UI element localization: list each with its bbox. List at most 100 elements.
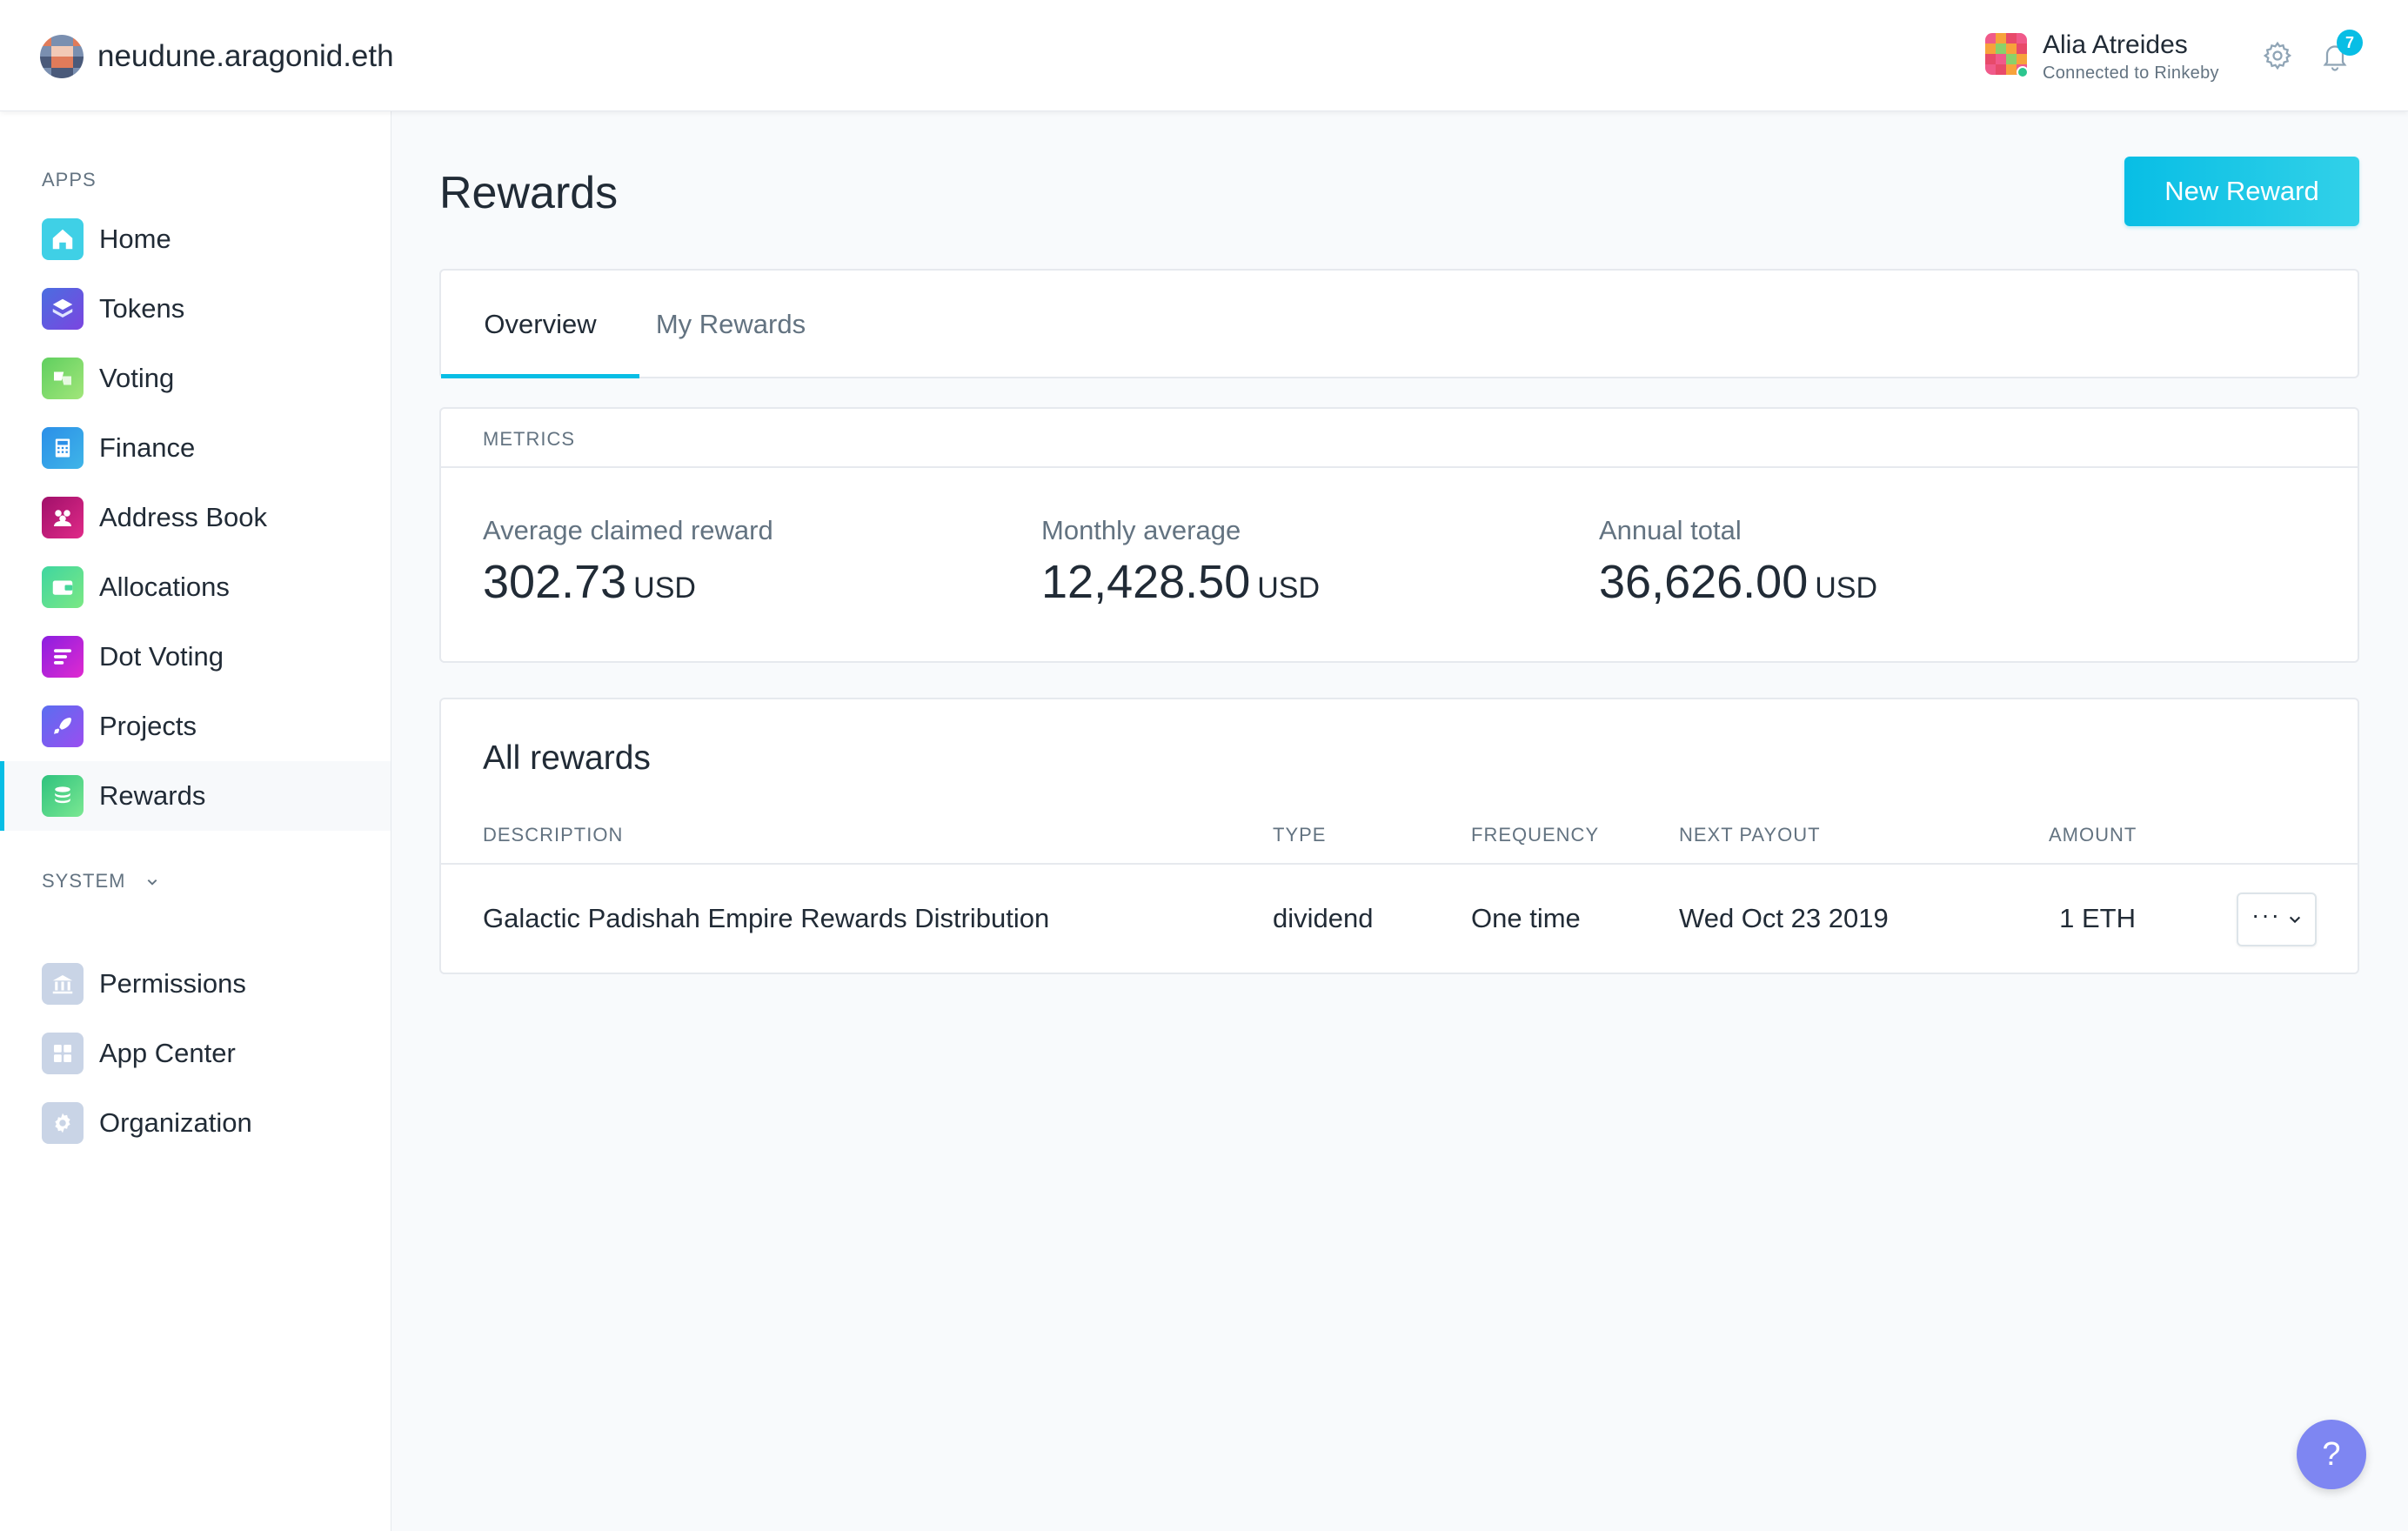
projects-icon bbox=[42, 705, 84, 747]
notification-count-badge: 7 bbox=[2337, 30, 2363, 56]
sidebar-item-label: Address Book bbox=[99, 502, 267, 532]
metric-unit: USD bbox=[1257, 572, 1321, 605]
help-button[interactable]: ? bbox=[2297, 1420, 2366, 1489]
org-logo[interactable] bbox=[40, 35, 84, 78]
row-actions-menu-button[interactable]: ··· bbox=[2237, 893, 2317, 946]
reward-description: Galactic Padishah Empire Rewards Distrib… bbox=[483, 903, 1050, 933]
identicon-cell bbox=[2006, 43, 2017, 54]
chevron-down-icon bbox=[147, 879, 157, 886]
tab-label: My Rewards bbox=[655, 309, 806, 339]
identicon-cell bbox=[62, 57, 73, 68]
active-tab-indicator bbox=[441, 374, 639, 378]
address-book-icon bbox=[42, 497, 84, 538]
sidebar-item-label: Allocations bbox=[99, 572, 230, 602]
identicon-cell bbox=[72, 67, 84, 78]
sidebar-item-dot-voting[interactable]: Dot Voting bbox=[0, 622, 391, 692]
sidebar-item-app-center[interactable]: App Center bbox=[0, 1019, 391, 1088]
sidebar-item-tokens[interactable]: Tokens bbox=[0, 274, 391, 344]
rewards-table-panel: All rewards DESCRIPTION TYPE FREQUENCY N… bbox=[439, 698, 2359, 974]
apps-section-label: APPS bbox=[42, 169, 97, 191]
sidebar-item-label: Finance bbox=[99, 432, 196, 463]
column-header-amount[interactable]: AMOUNT bbox=[2049, 823, 2136, 847]
sidebar-item-label: Organization bbox=[99, 1107, 252, 1138]
identicon-cell bbox=[50, 35, 62, 46]
identicon-cell bbox=[2017, 54, 2027, 64]
reward-frequency: One time bbox=[1471, 903, 1581, 933]
identicon-cell bbox=[1996, 64, 2006, 75]
finance-icon bbox=[42, 427, 84, 469]
column-header-next-payout[interactable]: NEXT PAYOUT bbox=[1679, 823, 1821, 847]
sidebar-item-organization[interactable]: Organization bbox=[0, 1088, 391, 1158]
metric-label: Annual total bbox=[1599, 515, 1742, 545]
metric-label: Average claimed reward bbox=[483, 515, 773, 545]
identicon-cell bbox=[72, 35, 84, 46]
sidebar-item-address-book[interactable]: Address Book bbox=[0, 483, 391, 552]
column-header-frequency[interactable]: FREQUENCY bbox=[1471, 823, 1599, 847]
user-name[interactable]: Alia Atreides bbox=[2043, 30, 2188, 61]
identicon-cell bbox=[50, 57, 62, 68]
metric-annual-total: Annual total 36,626.00 USD bbox=[1599, 513, 1877, 609]
allocations-icon bbox=[42, 566, 84, 608]
sidebar-item-finance[interactable]: Finance bbox=[0, 413, 391, 483]
sidebar-item-projects[interactable]: Projects bbox=[0, 692, 391, 761]
system-section-label: SYSTEM bbox=[42, 870, 126, 892]
column-header-type[interactable]: TYPE bbox=[1273, 823, 1326, 847]
gear-icon[interactable] bbox=[2262, 40, 2293, 71]
sidebar-item-rewards[interactable]: Rewards bbox=[0, 761, 391, 831]
identicon-cell bbox=[50, 45, 62, 57]
tokens-icon bbox=[42, 288, 84, 330]
metric-value: 302.73 bbox=[483, 556, 627, 608]
sidebar-item-permissions[interactable]: Permissions bbox=[0, 949, 391, 1019]
sidebar-item-allocations[interactable]: Allocations bbox=[0, 552, 391, 622]
sidebar-item-voting[interactable]: Voting bbox=[0, 344, 391, 413]
identicon-cell bbox=[62, 45, 73, 57]
identicon-cell bbox=[1985, 43, 1996, 54]
voting-icon bbox=[42, 358, 84, 399]
sidebar-item-label: Rewards bbox=[99, 780, 206, 811]
identicon-cell bbox=[72, 57, 84, 68]
system-section-toggle[interactable]: SYSTEM bbox=[42, 870, 158, 893]
sidebar-item-label: Voting bbox=[99, 363, 175, 393]
chevron-down-icon bbox=[2289, 916, 2301, 924]
sidebar-item-label: Tokens bbox=[99, 293, 185, 324]
identicon-cell bbox=[2006, 54, 2017, 64]
identicon-cell bbox=[1985, 54, 1996, 64]
identicon-cell bbox=[1985, 64, 1996, 75]
tab-bar: Overview My Rewards bbox=[439, 269, 2359, 378]
connection-status-dot bbox=[2017, 66, 2029, 78]
org-name[interactable]: neudune.aragonid.eth bbox=[97, 35, 394, 78]
sidebar-item-home[interactable]: Home bbox=[0, 204, 391, 274]
metric-monthly-average: Monthly average 12,428.50 USD bbox=[1041, 513, 1320, 609]
tab-my-rewards[interactable]: My Rewards bbox=[639, 271, 822, 378]
network-status: Connected to Rinkeby bbox=[2043, 64, 2219, 83]
top-bar: neudune.aragonid.eth Alia Atreides Conne… bbox=[0, 0, 2408, 111]
reward-amount: 1 ETH bbox=[2059, 903, 2136, 933]
metric-unit: USD bbox=[633, 572, 696, 605]
rewards-table-title: All rewards bbox=[483, 739, 651, 777]
identicon-cell bbox=[2017, 43, 2027, 54]
identicon-cell bbox=[40, 57, 51, 68]
metrics-header-label: METRICS bbox=[483, 428, 575, 450]
column-header-description[interactable]: DESCRIPTION bbox=[483, 823, 623, 847]
identicon-cell bbox=[2006, 33, 2017, 43]
metric-unit: USD bbox=[1815, 572, 1878, 605]
identicon-cell bbox=[50, 67, 62, 78]
sidebar-item-label: Home bbox=[99, 224, 171, 254]
identicon-cell bbox=[40, 67, 51, 78]
metric-label: Monthly average bbox=[1041, 515, 1241, 545]
sidebar-item-label: Projects bbox=[99, 711, 197, 741]
identicon-cell bbox=[1985, 33, 1996, 43]
identicon-cell bbox=[40, 35, 51, 46]
permissions-icon bbox=[42, 963, 84, 1005]
identicon-cell bbox=[1996, 33, 2006, 43]
metrics-panel: METRICS Average claimed reward 302.73 USD… bbox=[439, 407, 2359, 663]
identicon-cell bbox=[40, 45, 51, 57]
home-icon bbox=[42, 218, 84, 260]
tab-label: Overview bbox=[484, 309, 597, 339]
table-divider bbox=[441, 863, 2358, 865]
tab-overview[interactable]: Overview bbox=[441, 271, 639, 378]
sidebar: APPS Home Tokens Voting Finance Address … bbox=[0, 111, 391, 1531]
identicon-cell bbox=[1996, 43, 2006, 54]
new-reward-button[interactable]: New Reward bbox=[2124, 157, 2359, 226]
sidebar-item-label: App Center bbox=[99, 1038, 236, 1068]
